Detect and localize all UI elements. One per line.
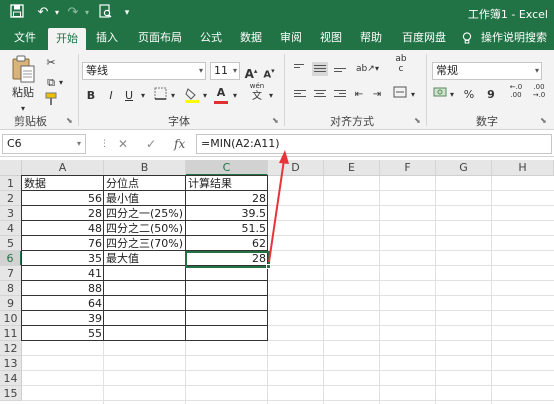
annotation-arrow (268, 150, 289, 263)
